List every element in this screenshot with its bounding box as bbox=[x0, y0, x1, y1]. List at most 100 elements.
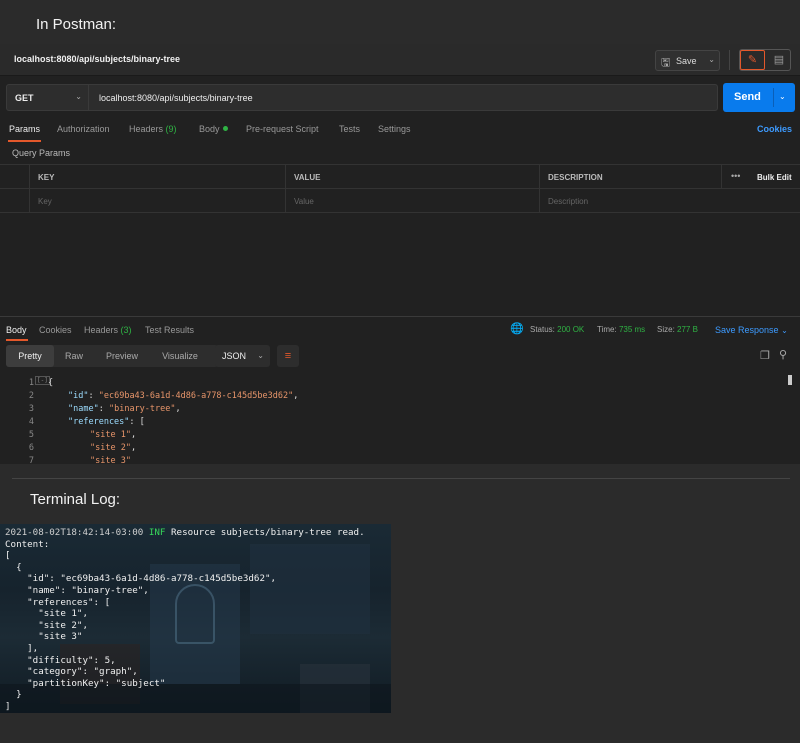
table-row: Key Value Description bbox=[0, 189, 800, 213]
format-pretty[interactable]: Pretty bbox=[6, 345, 54, 367]
save-response-button[interactable]: Save Response ⌄ bbox=[715, 325, 788, 335]
checkbox-column bbox=[0, 165, 30, 189]
code-line: "id": "ec69ba43-6a1d-4d86-a778-c145d5be3… bbox=[68, 391, 299, 401]
terminal-line: "site 3" bbox=[5, 631, 83, 643]
send-button[interactable]: Send ⌄ bbox=[723, 83, 795, 112]
code-line: "name": "binary-tree", bbox=[68, 404, 181, 414]
chevron-down-icon[interactable]: ⌄ bbox=[708, 55, 715, 64]
chevron-down-icon[interactable]: ⌄ bbox=[779, 92, 786, 101]
code-line: "site 1", bbox=[90, 430, 137, 440]
log-timestamp: 2021-08-02T18:42:14-03:00 bbox=[5, 527, 144, 538]
column-description: DESCRIPTION bbox=[540, 165, 722, 189]
terminal-window: 2021-08-02T18:42:14-03:00 INF Resource s… bbox=[0, 524, 391, 713]
terminal-line: "partitionKey": "subject" bbox=[5, 677, 166, 689]
line-number: 6 bbox=[28, 443, 34, 453]
line-number: 5 bbox=[28, 430, 34, 440]
tab-settings[interactable]: Settings bbox=[378, 124, 411, 134]
save-icon: 🖫 bbox=[661, 57, 671, 69]
response-panel: Body Cookies Headers (3) Test Results 🌐 … bbox=[0, 316, 800, 466]
code-line: "references": [ bbox=[68, 417, 145, 427]
request-title-bar: localhost:8080/api/subjects/binary-tree … bbox=[0, 44, 800, 76]
mode-toggle[interactable]: ✎ ▤ bbox=[739, 49, 791, 71]
terminal-line: "references": [ bbox=[5, 596, 111, 608]
request-title: localhost:8080/api/subjects/binary-tree bbox=[14, 54, 181, 64]
bulk-edit-button[interactable]: Bulk Edit bbox=[757, 173, 792, 182]
value-input[interactable]: Value bbox=[286, 189, 540, 213]
terminal-line: "difficulty": 5, bbox=[5, 654, 116, 666]
tab-tests[interactable]: Tests bbox=[339, 124, 360, 134]
response-tab-test-results[interactable]: Test Results bbox=[145, 325, 194, 335]
table-header-row: KEY VALUE DESCRIPTION ••• Bulk Edit bbox=[0, 165, 800, 189]
comment-icon[interactable]: ▤ bbox=[767, 50, 791, 70]
chevron-down-icon: ⌄ bbox=[75, 92, 82, 101]
response-code-view: [-] 1 { 2 "id": "ec69ba43-6a1d-4d86-a778… bbox=[0, 375, 800, 466]
method-select[interactable]: GET ⌄ bbox=[7, 85, 89, 110]
url-bar: GET ⌄ localhost:8080/api/subjects/binary… bbox=[6, 84, 718, 111]
terminal-line: ] bbox=[5, 700, 11, 712]
line-number: 1 bbox=[28, 378, 34, 388]
format-select[interactable]: JSON ⌄ bbox=[215, 345, 270, 367]
divider bbox=[729, 50, 730, 70]
terminal-line: "name": "binary-tree", bbox=[5, 584, 149, 596]
params-table: KEY VALUE DESCRIPTION ••• Bulk Edit Key … bbox=[0, 164, 800, 213]
request-tabs: Params Authorization Headers (9) Body Pr… bbox=[0, 122, 800, 142]
active-tab-indicator bbox=[6, 339, 28, 341]
key-input[interactable]: Key bbox=[30, 189, 286, 213]
tab-authorization[interactable]: Authorization bbox=[57, 124, 110, 134]
globe-icon[interactable]: 🌐 bbox=[510, 322, 524, 335]
description-input[interactable]: Description bbox=[540, 189, 800, 213]
response-tab-headers[interactable]: Headers (3) bbox=[84, 325, 132, 335]
scrollbar-thumb[interactable] bbox=[788, 375, 792, 385]
headers-count: (9) bbox=[165, 124, 177, 134]
terminal-line: Content: bbox=[5, 538, 50, 550]
pencil-icon[interactable]: ✎ bbox=[740, 50, 765, 70]
response-tab-cookies[interactable]: Cookies bbox=[39, 325, 72, 335]
status-readout: Status: 200 OK bbox=[530, 325, 585, 334]
save-label: Save bbox=[676, 56, 697, 66]
line-number: 2 bbox=[28, 391, 34, 401]
format-tabs: Pretty Raw Preview Visualize bbox=[6, 345, 218, 367]
terminal-line: "category": "graph", bbox=[5, 666, 138, 678]
tab-headers[interactable]: Headers (9) bbox=[129, 124, 177, 134]
terminal-output: 2021-08-02T18:42:14-03:00 INF Resource s… bbox=[5, 527, 365, 713]
response-tab-body[interactable]: Body bbox=[6, 325, 27, 335]
size-value: 277 B bbox=[677, 325, 698, 334]
tab-body[interactable]: Body bbox=[199, 124, 228, 134]
format-visualize[interactable]: Visualize bbox=[152, 345, 208, 367]
code-line: "site 2", bbox=[90, 443, 137, 453]
terminal-line: { bbox=[5, 561, 22, 573]
more-options-icon[interactable]: ••• bbox=[731, 171, 740, 181]
terminal-line: "site 2", bbox=[5, 619, 88, 631]
format-select-value: JSON bbox=[222, 351, 247, 361]
terminal-line: ], bbox=[5, 642, 39, 654]
active-tab-indicator bbox=[8, 140, 41, 142]
method-value: GET bbox=[15, 93, 34, 103]
status-value: 200 OK bbox=[557, 325, 585, 334]
format-raw[interactable]: Raw bbox=[56, 345, 92, 367]
line-number: 7 bbox=[28, 456, 34, 466]
terminal-caption: Terminal Log: bbox=[30, 491, 121, 508]
send-label: Send bbox=[734, 91, 761, 103]
cookies-link[interactable]: Cookies bbox=[757, 124, 792, 134]
time-readout: Time: 735 ms bbox=[597, 325, 646, 334]
tab-params[interactable]: Params bbox=[9, 124, 40, 134]
terminal-line: "id": "ec69ba43-6a1d-4d86-a778-c145d5be3… bbox=[5, 573, 277, 585]
column-key: KEY bbox=[30, 165, 286, 189]
save-button[interactable]: 🖫 Save ⌄ bbox=[655, 50, 720, 71]
divider bbox=[773, 88, 774, 107]
tab-pre-request-script[interactable]: Pre-request Script bbox=[246, 124, 319, 134]
wrap-lines-icon[interactable]: ≡ bbox=[277, 345, 299, 367]
search-icon[interactable]: ⚲ bbox=[779, 348, 787, 361]
chevron-down-icon: ⌄ bbox=[781, 326, 788, 335]
line-number: 3 bbox=[28, 404, 34, 414]
size-readout: Size: 277 B bbox=[657, 325, 698, 334]
postman-window: localhost:8080/api/subjects/binary-tree … bbox=[0, 44, 800, 466]
format-preview[interactable]: Preview bbox=[96, 345, 148, 367]
copy-icon[interactable]: ❐ bbox=[760, 349, 770, 362]
url-input[interactable]: localhost:8080/api/subjects/binary-tree bbox=[99, 93, 253, 103]
column-value: VALUE bbox=[286, 165, 540, 189]
log-level: INF bbox=[148, 527, 166, 538]
time-value: 735 ms bbox=[618, 325, 646, 334]
line-number: 4 bbox=[28, 417, 34, 427]
code-line: "site 3" bbox=[90, 456, 131, 466]
